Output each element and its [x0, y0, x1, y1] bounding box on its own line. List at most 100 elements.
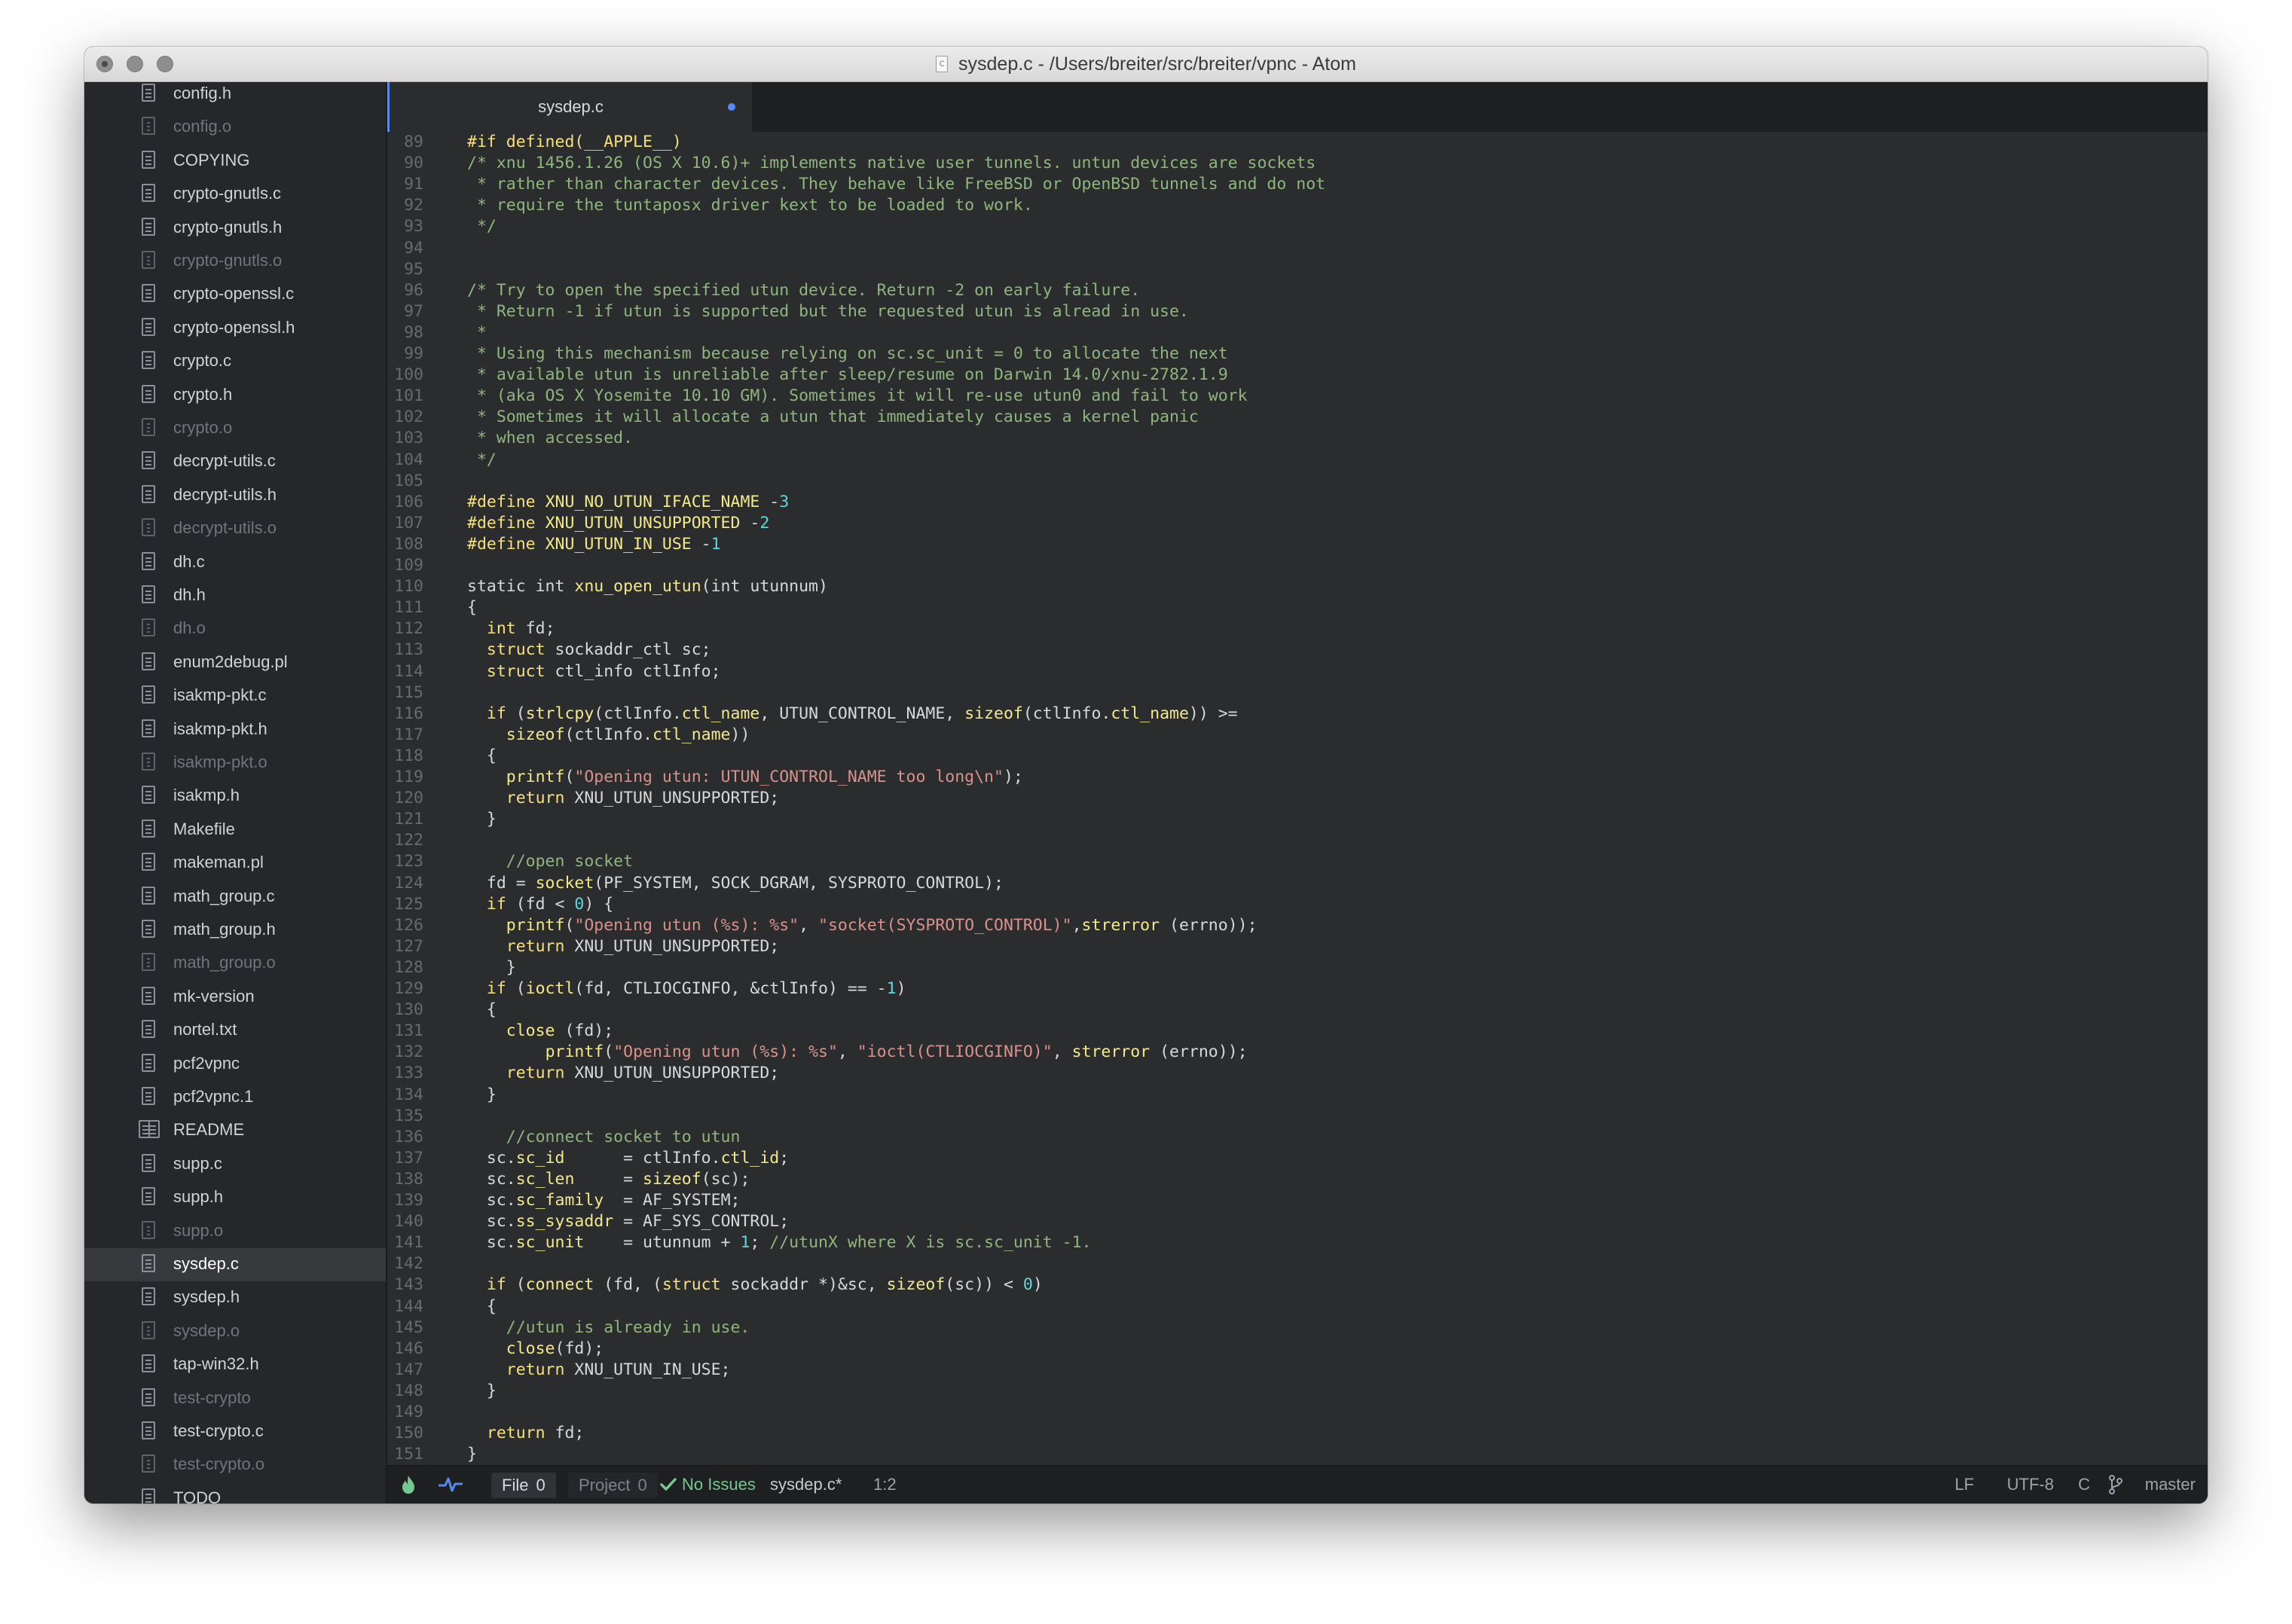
tree-item[interactable]: config.h [84, 82, 386, 111]
code-line[interactable]: 141 sc.sc_unit = utunnum + 1; //utunX wh… [387, 1232, 2196, 1253]
tree-item[interactable]: Makefile [84, 814, 386, 847]
encoding-selector[interactable]: UTF-8 [2007, 1475, 2054, 1494]
code-line[interactable]: 110 static int xnu_open_utun(int utunnum) [387, 576, 2196, 597]
code-line[interactable]: 119 printf("Opening utun: UTUN_CONTROL_N… [387, 767, 2196, 788]
code-line[interactable]: 90 /* xnu 1456.1.26 (OS X 10.6)+ implemen… [387, 153, 2196, 174]
tree-item[interactable]: math_group.h [84, 914, 386, 947]
tree-item[interactable]: crypto-openssl.c [84, 278, 386, 311]
code-line[interactable]: 146 close(fd); [387, 1339, 2196, 1360]
tree-item[interactable]: decrypt-utils.c [84, 445, 386, 478]
tree-item[interactable]: math_group.c [84, 881, 386, 914]
tree-item[interactable]: crypto-openssl.h [84, 312, 386, 345]
code-line[interactable]: 124 fd = socket(PF_SYSTEM, SOCK_DGRAM, S… [387, 873, 2196, 894]
tree-item[interactable]: sysdep.o [84, 1315, 386, 1348]
tree-item[interactable]: makeman.pl [84, 847, 386, 880]
code-line[interactable]: 125 if (fd < 0) { [387, 894, 2196, 915]
tree-view[interactable]: config.h config.o COPYING crypto-gnutls.c cr… [84, 82, 387, 1503]
code-line[interactable]: 131 close (fd); [387, 1021, 2196, 1042]
cursor-position[interactable]: 1:2 [873, 1475, 897, 1494]
line-ending-selector[interactable]: LF [1954, 1475, 1974, 1494]
code-line[interactable]: 109 [387, 555, 2196, 576]
tree-item[interactable]: crypto.h [84, 379, 386, 412]
code-line[interactable]: 127 return XNU_UTUN_UNSUPPORTED; [387, 936, 2196, 957]
tree-item[interactable]: pcf2vpnc [84, 1048, 386, 1081]
tab-sysdep-c[interactable]: sysdep.c [387, 82, 752, 132]
code-line[interactable]: 126 printf("Opening utun (%s): %s", "soc… [387, 915, 2196, 936]
linter-status[interactable]: No Issues [682, 1475, 756, 1494]
code-line[interactable]: 108 #define XNU_UTUN_IN_USE -1 [387, 534, 2196, 555]
tree-item[interactable]: mk-version [84, 981, 386, 1014]
tree-item[interactable]: enum2debug.pl [84, 646, 386, 679]
code-line[interactable]: 134 } [387, 1085, 2196, 1106]
linter-file-tab[interactable]: File 0 [491, 1473, 556, 1498]
tree-item[interactable]: tap-win32.h [84, 1348, 386, 1381]
code-line[interactable]: 135 [387, 1106, 2196, 1127]
tree-item[interactable]: dh.h [84, 579, 386, 612]
code-line[interactable]: 100 * available utun is unreliable after… [387, 365, 2196, 386]
code-line[interactable]: 118 { [387, 746, 2196, 767]
code-line[interactable]: 132 printf("Opening utun (%s): %s", "ioc… [387, 1042, 2196, 1063]
code-line[interactable]: 122 [387, 830, 2196, 851]
code-line[interactable]: 93 */ [387, 216, 2196, 237]
tree-item[interactable]: config.o [84, 111, 386, 144]
code-line[interactable]: 143 if (connect (fd, (struct sockaddr *)… [387, 1274, 2196, 1296]
code-line[interactable]: 133 return XNU_UTUN_UNSUPPORTED; [387, 1063, 2196, 1084]
activity-pulse-icon[interactable] [439, 1476, 463, 1493]
code-line[interactable]: 116 if (strlcpy(ctlInfo.ctl_name, UTUN_C… [387, 704, 2196, 725]
code-line[interactable]: 91 * rather than character devices. They… [387, 174, 2196, 195]
code-line[interactable]: 113 struct sockaddr_ctl sc; [387, 640, 2196, 661]
code-line[interactable]: 140 sc.ss_sysaddr = AF_SYS_CONTROL; [387, 1211, 2196, 1232]
tree-item[interactable]: isakmp-pkt.o [84, 746, 386, 780]
modified-indicator[interactable] [728, 103, 735, 111]
code-line[interactable]: 117 sizeof(ctlInfo.ctl_name)) [387, 725, 2196, 746]
tree-item[interactable]: pcf2vpnc.1 [84, 1081, 386, 1114]
tree-item[interactable]: TODO [84, 1482, 386, 1503]
code-line[interactable]: 139 sc.sc_family = AF_SYSTEM; [387, 1190, 2196, 1211]
code-editor[interactable]: 89 #if defined(__APPLE__) 90 /* xnu 1456.1.… [387, 132, 2208, 1465]
code-line[interactable]: 147 return XNU_UTUN_IN_USE; [387, 1360, 2196, 1381]
code-line[interactable]: 98 * [387, 322, 2196, 343]
tree-item[interactable]: test-crypto.c [84, 1415, 386, 1448]
status-file-name[interactable]: sysdep.c* [770, 1475, 842, 1494]
code-line[interactable]: 111 { [387, 597, 2196, 618]
tree-item[interactable]: supp.c [84, 1148, 386, 1181]
code-line[interactable]: 92 * require the tuntaposx driver kext t… [387, 195, 2196, 216]
code-line[interactable]: 137 sc.sc_id = ctlInfo.ctl_id; [387, 1148, 2196, 1169]
tree-item[interactable]: math_group.o [84, 947, 386, 980]
linter-project-tab[interactable]: Project 0 [568, 1473, 658, 1498]
grammar-selector[interactable]: C [2078, 1475, 2090, 1494]
code-line[interactable]: 105 [387, 471, 2196, 492]
code-line[interactable]: 99 * Using this mechanism because relyin… [387, 343, 2196, 365]
tree-item[interactable]: test-crypto.o [84, 1448, 386, 1482]
tree-item[interactable]: isakmp-pkt.h [84, 713, 386, 746]
tree-item[interactable]: decrypt-utils.o [84, 512, 386, 545]
code-line[interactable]: 101 * (aka OS X Yosemite 10.10 GM). Some… [387, 386, 2196, 407]
code-line[interactable]: 150 return fd; [387, 1423, 2196, 1444]
tree-item[interactable]: supp.o [84, 1215, 386, 1248]
tree-item[interactable]: supp.h [84, 1181, 386, 1214]
tree-item[interactable]: sysdep.c [84, 1248, 386, 1281]
code-line[interactable]: 149 [387, 1402, 2196, 1423]
code-line[interactable]: 103 * when accessed. [387, 428, 2196, 449]
tree-item[interactable]: README [84, 1114, 386, 1147]
code-line[interactable]: 148 } [387, 1381, 2196, 1402]
code-line[interactable]: 89 #if defined(__APPLE__) [387, 132, 2196, 153]
code-line[interactable]: 121 } [387, 809, 2196, 830]
tree-item[interactable]: isakmp-pkt.c [84, 679, 386, 713]
code-line[interactable]: 115 [387, 682, 2196, 704]
tree-item[interactable]: crypto.o [84, 412, 386, 445]
tree-item[interactable]: nortel.txt [84, 1014, 386, 1047]
code-line[interactable]: 106 #define XNU_NO_UTUN_IFACE_NAME -3 [387, 492, 2196, 513]
tree-item[interactable]: dh.o [84, 612, 386, 646]
code-line[interactable]: 96 /* Try to open the specified utun devi… [387, 280, 2196, 301]
code-line[interactable]: 136 //connect socket to utun [387, 1127, 2196, 1148]
code-line[interactable]: 95 [387, 259, 2196, 280]
tree-item[interactable]: sysdep.h [84, 1281, 386, 1314]
code-line[interactable]: 102 * Sometimes it will allocate a utun … [387, 407, 2196, 428]
flame-icon[interactable] [401, 1475, 416, 1494]
code-line[interactable]: 151} [387, 1444, 2196, 1465]
code-line[interactable]: 104 */ [387, 450, 2196, 471]
tree-item[interactable]: test-crypto [84, 1382, 386, 1415]
code-line[interactable]: 120 return XNU_UTUN_UNSUPPORTED; [387, 788, 2196, 809]
code-line[interactable]: 142 [387, 1253, 2196, 1274]
